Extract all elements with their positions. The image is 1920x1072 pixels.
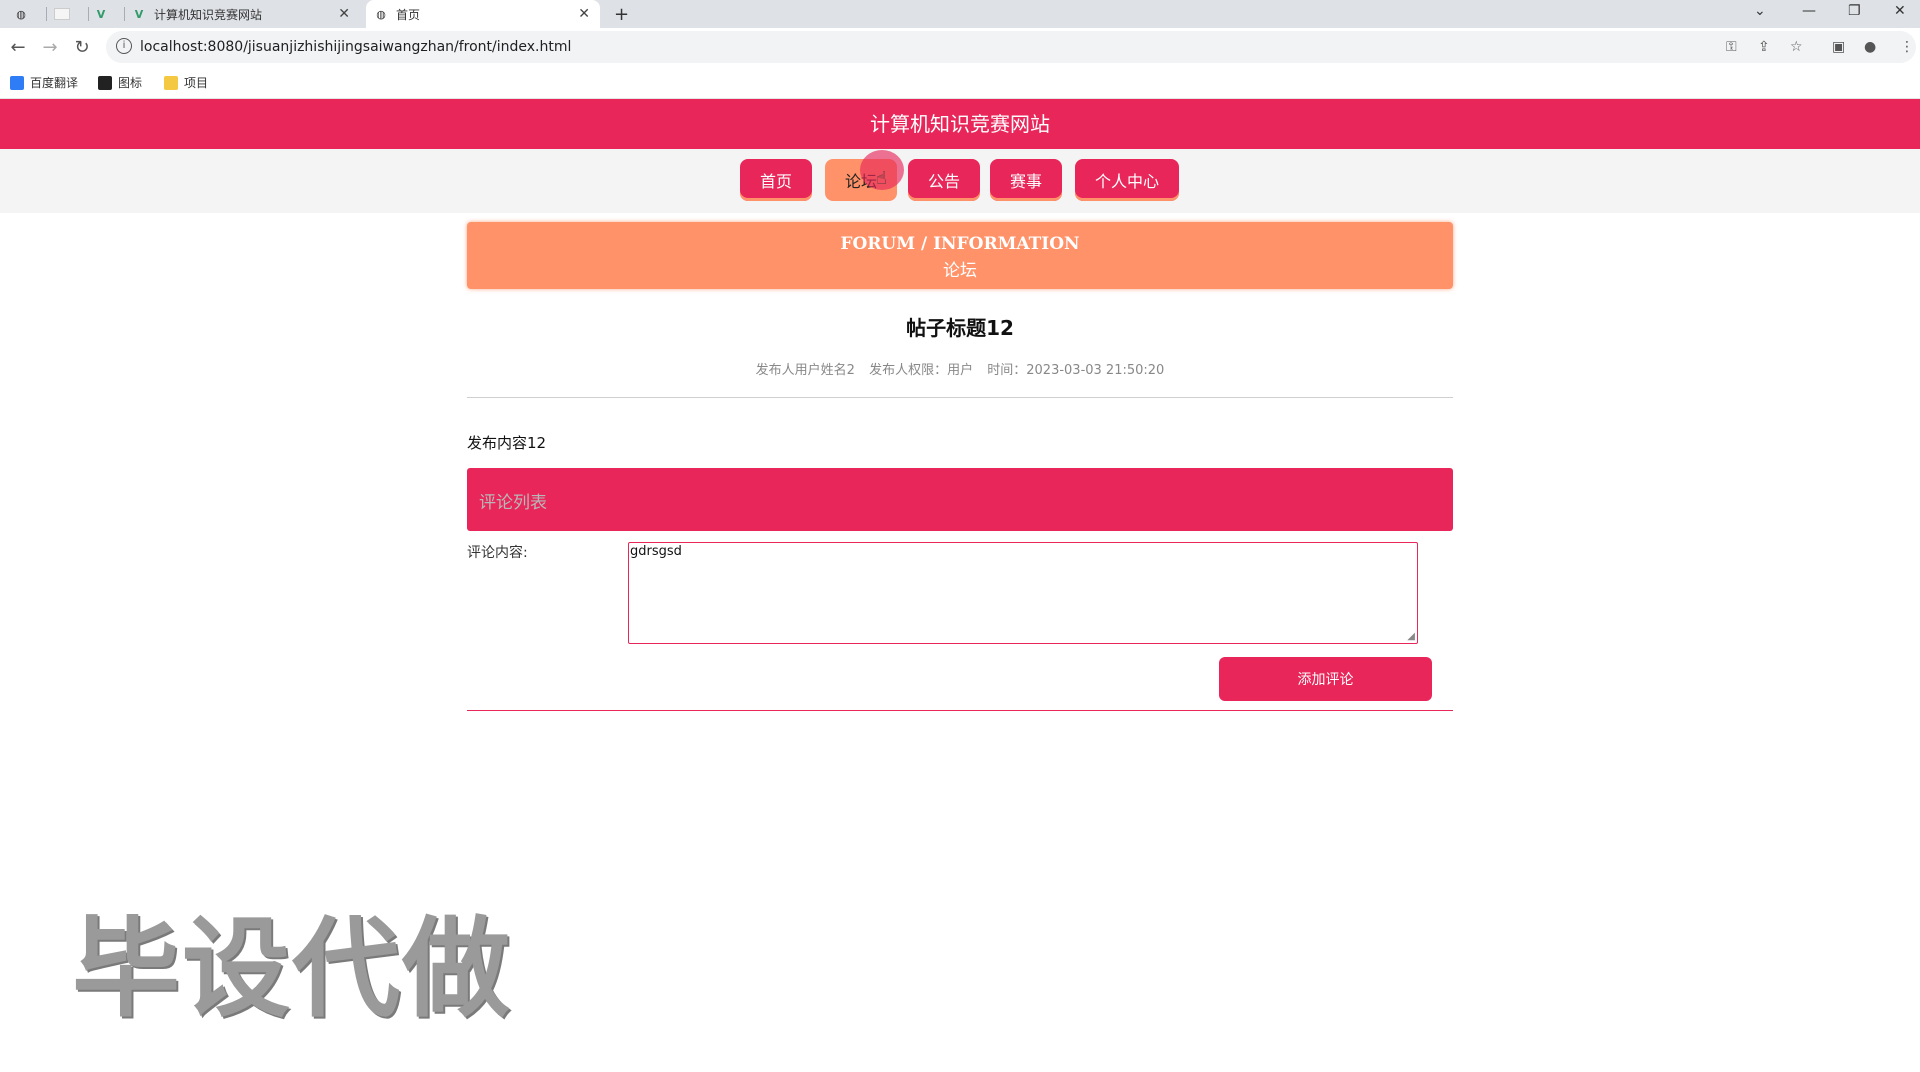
hand-cursor-icon: ☝ [876, 168, 887, 189]
watermark-text: 毕设代做 [72, 907, 513, 1032]
banner-title-en: FORUM / INFORMATION [840, 234, 1080, 254]
tab-separator [88, 7, 89, 21]
image-icon [98, 75, 112, 90]
key-icon[interactable]: ⚿ [1726, 39, 1737, 55]
vue-icon: V [134, 7, 144, 21]
site-header: 计算机知识竞赛网站 [0, 99, 1920, 149]
banner-title-cn: 论坛 [943, 261, 977, 281]
post-meta: 发布人用户姓名2 发布人权限：用户 时间：2023-03-03 21:50:20 [467, 359, 1453, 378]
comment-list-header: 评论列表 [467, 468, 1453, 531]
tab-blank[interactable] [54, 0, 82, 28]
close-tab-icon[interactable]: ✕ [338, 6, 350, 22]
tab-title: 计算机知识竞赛网站 [154, 7, 263, 22]
forward-arrow-icon[interactable]: → [38, 35, 62, 59]
site-title: 计算机知识竞赛网站 [870, 112, 1050, 136]
post-author: 发布人用户姓名2 [755, 363, 855, 378]
close-window-icon[interactable]: ✕ [1894, 3, 1906, 19]
restore-icon[interactable]: ❐ [1848, 3, 1861, 19]
tab-vue[interactable]: V [94, 0, 122, 28]
divider [467, 710, 1453, 711]
profile-icon[interactable]: ● [1864, 39, 1876, 55]
bookmark-icons[interactable]: 图标 [98, 74, 142, 91]
nav-events[interactable]: 赛事 [990, 159, 1062, 201]
back-arrow-icon[interactable]: ← [6, 35, 30, 59]
bookmark-project[interactable]: 项目 [164, 74, 208, 91]
nav-announcement[interactable]: 公告 [908, 159, 980, 201]
tab-site[interactable]: V 计算机知识竞赛网站 ✕ [132, 0, 360, 28]
plus-icon: + [614, 3, 630, 25]
globe-icon: ◍ [376, 7, 386, 21]
post-content: 发布内容12 [467, 434, 547, 452]
reload-icon[interactable]: ↻ [70, 35, 94, 59]
browser-toolbar: ← → ↻ i localhost:8080/jisuanjizhishijin… [0, 28, 1920, 66]
browser-tabstrip: ◍ V V 计算机知识竞赛网站 ✕ ◍ 首页 ✕ + ⌄ — ❐ ✕ [0, 0, 1920, 28]
add-comment-button[interactable]: 添加评论 [1219, 657, 1432, 701]
tab-title: 首页 [396, 7, 421, 22]
url-text: localhost:8080/jisuanjizhishijingsaiwang… [140, 39, 572, 55]
comment-textarea[interactable]: gdrsgsd ◢ [628, 542, 1418, 644]
bookmarks-bar: 百度翻译 图标 项目 [0, 66, 1920, 99]
address-bar[interactable]: i localhost:8080/jisuanjizhishijingsaiwa… [106, 31, 1916, 63]
star-icon[interactable]: ☆ [1790, 39, 1803, 55]
menu-icon[interactable]: ⋮ [1900, 39, 1914, 55]
chevron-down-icon[interactable]: ⌄ [1754, 3, 1766, 19]
section-banner: FORUM / INFORMATION 论坛 [467, 222, 1453, 289]
main-nav: 首页 论坛 公告 赛事 个人中心 [0, 149, 1920, 213]
bookmark-baidu-translate[interactable]: 百度翻译 [10, 74, 78, 91]
minimize-icon[interactable]: — [1802, 3, 1816, 19]
folder-icon [164, 75, 178, 90]
bookmark-label: 百度翻译 [30, 76, 79, 90]
post-title: 帖子标题12 [906, 316, 1014, 340]
tab-home[interactable]: ◍ 首页 ✕ [366, 0, 600, 28]
close-tab-icon[interactable]: ✕ [578, 6, 590, 22]
tab-separator [124, 7, 125, 21]
comment-list-title: 评论列表 [479, 493, 547, 513]
resize-grip-icon[interactable]: ◢ [1407, 631, 1415, 642]
nav-personal-center[interactable]: 个人中心 [1075, 159, 1179, 201]
post-role: 发布人权限：用户 [869, 363, 974, 378]
tab-separator [46, 7, 47, 21]
vue-icon: V [96, 7, 106, 21]
nav-home[interactable]: 首页 [740, 159, 812, 201]
post-time: 时间：2023-03-03 21:50:20 [987, 363, 1165, 378]
comment-input-value: gdrsgsd [630, 544, 682, 559]
bookmark-label: 项目 [184, 76, 209, 90]
divider [467, 397, 1453, 398]
blank-page-icon [54, 8, 70, 20]
share-icon[interactable]: ⇪ [1758, 39, 1770, 55]
info-icon[interactable]: i [116, 38, 132, 54]
comment-input-label: 评论内容: [467, 545, 528, 561]
baidu-translate-icon [10, 75, 24, 90]
globe-icon: ◍ [16, 7, 26, 21]
new-tab-button[interactable]: + [614, 0, 638, 28]
bookmark-label: 图标 [118, 76, 143, 90]
tab-globe-1[interactable]: ◍ [14, 0, 42, 28]
sidebar-icon[interactable]: ▣ [1832, 39, 1845, 55]
